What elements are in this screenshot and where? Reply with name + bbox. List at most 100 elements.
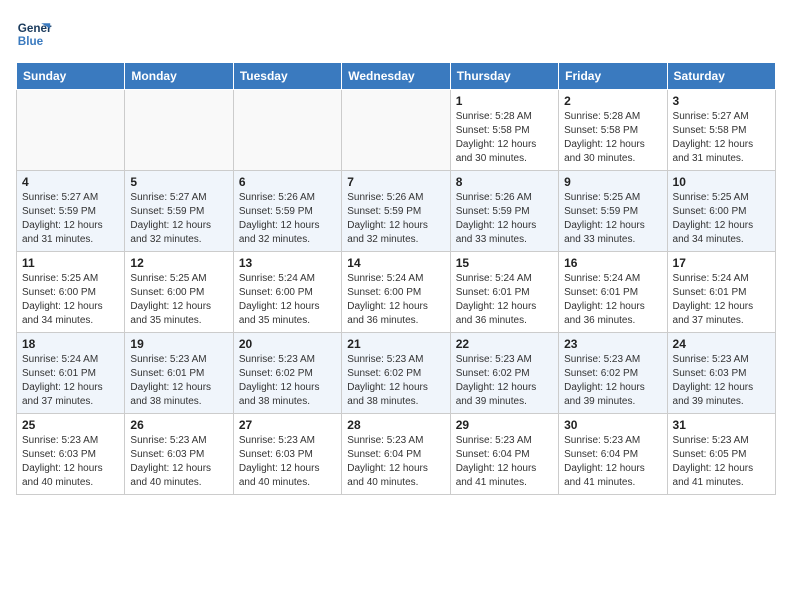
cell-2-6: 17Sunrise: 5:24 AM Sunset: 6:01 PM Dayli… — [667, 252, 775, 333]
header-row: SundayMondayTuesdayWednesdayThursdayFrid… — [17, 63, 776, 90]
day-number: 6 — [239, 175, 336, 189]
day-info: Sunrise: 5:23 AM Sunset: 6:03 PM Dayligh… — [22, 434, 119, 490]
cell-2-1: 12 Sunrise: 5:25 AM Sunset: 6:00 PM Dayli… — [125, 252, 233, 333]
cell-0-4: 1 Sunrise: 5:28 AM Sunset: 5:58 PM Daylig… — [450, 90, 558, 171]
day-number: 31 — [673, 418, 770, 432]
day-info: Sunrise: 5:27 AM Sunset: 5:59 PM Dayligh… — [130, 191, 227, 247]
cell-0-2 — [233, 90, 341, 171]
day-number: 1 — [456, 94, 553, 108]
cell-4-2: 27 Sunrise: 5:23 AM Sunset: 6:03 PM Dayli… — [233, 414, 341, 495]
day-number: 8 — [456, 175, 553, 189]
header-sunday: Sunday — [17, 63, 125, 90]
cell-1-2: 6 Sunrise: 5:26 AM Sunset: 5:59 PM Daylig… — [233, 171, 341, 252]
cell-0-5: 2Sunrise: 5:28 AM Sunset: 5:58 PM Daylig… — [559, 90, 667, 171]
day-info: Sunrise: 5:27 AM Sunset: 5:58 PM Dayligh… — [673, 110, 770, 166]
day-info: Sunrise: 5:25 AM Sunset: 6:00 PM Dayligh… — [673, 191, 770, 247]
header-wednesday: Wednesday — [342, 63, 450, 90]
header-tuesday: Tuesday — [233, 63, 341, 90]
day-number: 25 — [22, 418, 119, 432]
cell-3-0: 18 Sunrise: 5:24 AM Sunset: 6:01 PM Dayli… — [17, 333, 125, 414]
day-number: 24 — [673, 337, 770, 351]
day-number: 15 — [456, 256, 553, 270]
day-number: 12 — [130, 256, 227, 270]
day-info: Sunrise: 5:24 AM Sunset: 6:01 PM Dayligh… — [564, 272, 661, 328]
day-info: Sunrise: 5:28 AM Sunset: 5:58 PM Dayligh… — [456, 110, 553, 166]
day-info: Sunrise: 5:25 AM Sunset: 6:00 PM Dayligh… — [130, 272, 227, 328]
day-info: Sunrise: 5:26 AM Sunset: 5:59 PM Dayligh… — [456, 191, 553, 247]
svg-text:Blue: Blue — [18, 35, 44, 48]
calendar-table: SundayMondayTuesdayWednesdayThursdayFrid… — [16, 62, 776, 495]
day-info: Sunrise: 5:23 AM Sunset: 6:05 PM Dayligh… — [673, 434, 770, 490]
day-info: Sunrise: 5:23 AM Sunset: 6:04 PM Dayligh… — [564, 434, 661, 490]
week-row-2: 4Sunrise: 5:27 AM Sunset: 5:59 PM Daylig… — [17, 171, 776, 252]
cell-1-5: 9Sunrise: 5:25 AM Sunset: 5:59 PM Daylig… — [559, 171, 667, 252]
day-info: Sunrise: 5:28 AM Sunset: 5:58 PM Dayligh… — [564, 110, 661, 166]
cell-4-6: 31 Sunrise: 5:23 AM Sunset: 6:05 PM Dayli… — [667, 414, 775, 495]
day-info: Sunrise: 5:23 AM Sunset: 6:04 PM Dayligh… — [456, 434, 553, 490]
day-info: Sunrise: 5:25 AM Sunset: 5:59 PM Dayligh… — [564, 191, 661, 247]
cell-3-6: 24 Sunrise: 5:23 AM Sunset: 6:03 PM Dayli… — [667, 333, 775, 414]
day-info: Sunrise: 5:23 AM Sunset: 6:01 PM Dayligh… — [130, 353, 227, 409]
header-thursday: Thursday — [450, 63, 558, 90]
calendar-body: 1 Sunrise: 5:28 AM Sunset: 5:58 PM Daylig… — [17, 90, 776, 495]
day-info: Sunrise: 5:24 AM Sunset: 6:00 PM Dayligh… — [347, 272, 444, 328]
day-number: 14 — [347, 256, 444, 270]
cell-0-3 — [342, 90, 450, 171]
day-number: 22 — [456, 337, 553, 351]
cell-3-1: 19 Sunrise: 5:23 AM Sunset: 6:01 PM Dayli… — [125, 333, 233, 414]
day-info: Sunrise: 5:27 AM Sunset: 5:59 PM Dayligh… — [22, 191, 119, 247]
cell-1-6: 10 Sunrise: 5:25 AM Sunset: 6:00 PM Dayli… — [667, 171, 775, 252]
day-info: Sunrise: 5:23 AM Sunset: 6:03 PM Dayligh… — [239, 434, 336, 490]
logo: General Blue — [16, 16, 56, 52]
cell-2-2: 13Sunrise: 5:24 AM Sunset: 6:00 PM Dayli… — [233, 252, 341, 333]
day-number: 29 — [456, 418, 553, 432]
day-info: Sunrise: 5:23 AM Sunset: 6:02 PM Dayligh… — [456, 353, 553, 409]
week-row-3: 11 Sunrise: 5:25 AM Sunset: 6:00 PM Dayli… — [17, 252, 776, 333]
day-number: 23 — [564, 337, 661, 351]
day-number: 30 — [564, 418, 661, 432]
cell-2-0: 11Sunrise: 5:25 AM Sunset: 6:00 PM Dayli… — [17, 252, 125, 333]
day-info: Sunrise: 5:23 AM Sunset: 6:02 PM Dayligh… — [564, 353, 661, 409]
week-row-1: 1 Sunrise: 5:28 AM Sunset: 5:58 PM Daylig… — [17, 90, 776, 171]
cell-0-0 — [17, 90, 125, 171]
day-info: Sunrise: 5:24 AM Sunset: 6:01 PM Dayligh… — [22, 353, 119, 409]
calendar-header: SundayMondayTuesdayWednesdayThursdayFrid… — [17, 63, 776, 90]
day-number: 19 — [130, 337, 227, 351]
day-info: Sunrise: 5:23 AM Sunset: 6:04 PM Dayligh… — [347, 434, 444, 490]
cell-4-4: 29 Sunrise: 5:23 AM Sunset: 6:04 PM Dayli… — [450, 414, 558, 495]
cell-2-4: 15 Sunrise: 5:24 AM Sunset: 6:01 PM Dayli… — [450, 252, 558, 333]
logo-icon: General Blue — [16, 16, 52, 52]
day-info: Sunrise: 5:23 AM Sunset: 6:03 PM Dayligh… — [130, 434, 227, 490]
day-number: 7 — [347, 175, 444, 189]
cell-4-1: 26 Sunrise: 5:23 AM Sunset: 6:03 PM Dayli… — [125, 414, 233, 495]
cell-0-1 — [125, 90, 233, 171]
day-info: Sunrise: 5:24 AM Sunset: 6:01 PM Dayligh… — [456, 272, 553, 328]
header-friday: Friday — [559, 63, 667, 90]
cell-1-1: 5 Sunrise: 5:27 AM Sunset: 5:59 PM Daylig… — [125, 171, 233, 252]
cell-3-5: 23 Sunrise: 5:23 AM Sunset: 6:02 PM Dayli… — [559, 333, 667, 414]
day-info: Sunrise: 5:23 AM Sunset: 6:02 PM Dayligh… — [239, 353, 336, 409]
day-number: 27 — [239, 418, 336, 432]
cell-3-3: 21Sunrise: 5:23 AM Sunset: 6:02 PM Dayli… — [342, 333, 450, 414]
day-info: Sunrise: 5:23 AM Sunset: 6:03 PM Dayligh… — [673, 353, 770, 409]
day-number: 28 — [347, 418, 444, 432]
cell-1-4: 8 Sunrise: 5:26 AM Sunset: 5:59 PM Daylig… — [450, 171, 558, 252]
day-number: 20 — [239, 337, 336, 351]
day-number: 16 — [564, 256, 661, 270]
day-info: Sunrise: 5:26 AM Sunset: 5:59 PM Dayligh… — [347, 191, 444, 247]
day-number: 5 — [130, 175, 227, 189]
day-number: 26 — [130, 418, 227, 432]
cell-2-5: 16 Sunrise: 5:24 AM Sunset: 6:01 PM Dayli… — [559, 252, 667, 333]
cell-1-3: 7 Sunrise: 5:26 AM Sunset: 5:59 PM Daylig… — [342, 171, 450, 252]
day-info: Sunrise: 5:24 AM Sunset: 6:00 PM Dayligh… — [239, 272, 336, 328]
day-info: Sunrise: 5:26 AM Sunset: 5:59 PM Dayligh… — [239, 191, 336, 247]
day-number: 18 — [22, 337, 119, 351]
cell-1-0: 4Sunrise: 5:27 AM Sunset: 5:59 PM Daylig… — [17, 171, 125, 252]
header-monday: Monday — [125, 63, 233, 90]
day-info: Sunrise: 5:24 AM Sunset: 6:01 PM Dayligh… — [673, 272, 770, 328]
week-row-4: 18 Sunrise: 5:24 AM Sunset: 6:01 PM Dayli… — [17, 333, 776, 414]
day-info: Sunrise: 5:23 AM Sunset: 6:02 PM Dayligh… — [347, 353, 444, 409]
day-number: 10 — [673, 175, 770, 189]
day-number: 11 — [22, 256, 119, 270]
week-row-5: 25 Sunrise: 5:23 AM Sunset: 6:03 PM Dayli… — [17, 414, 776, 495]
